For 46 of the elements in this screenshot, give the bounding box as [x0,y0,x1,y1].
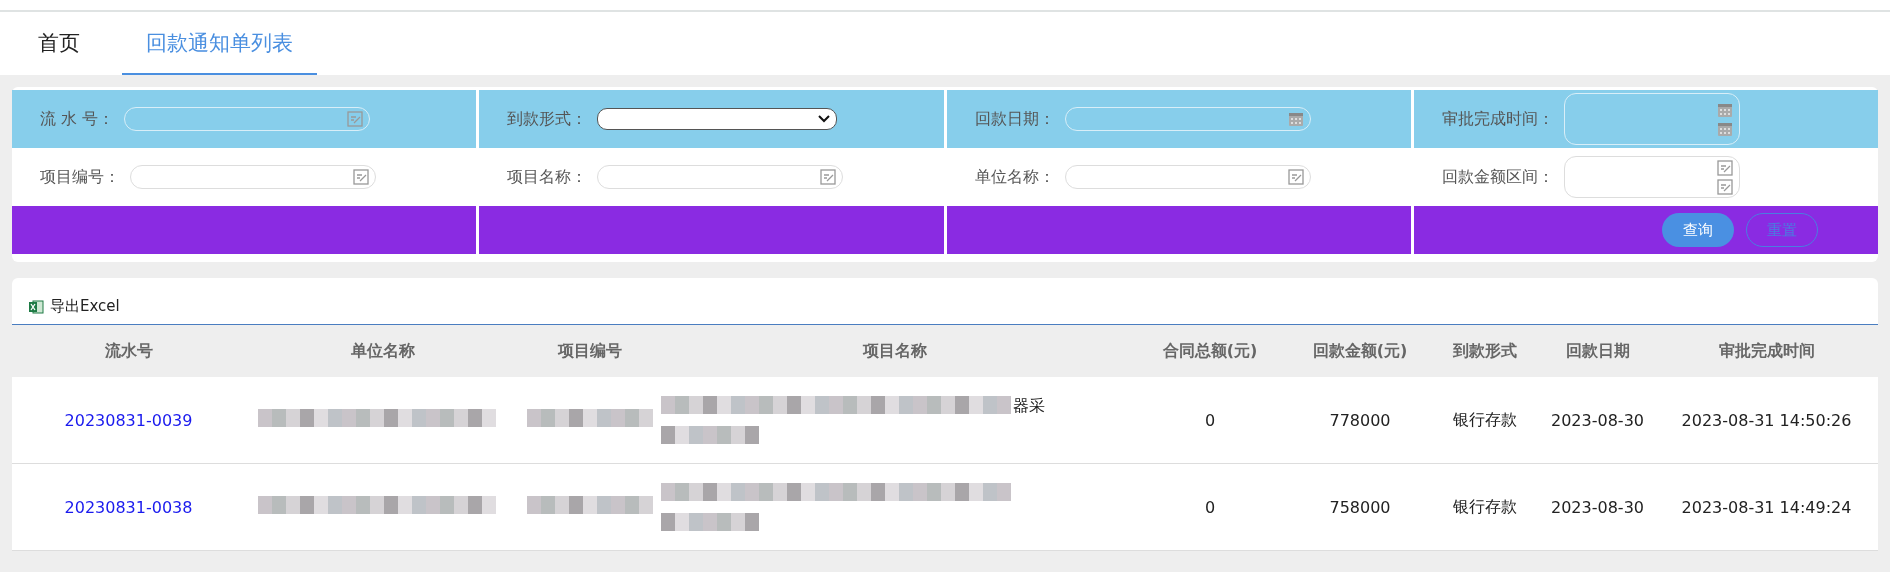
table-cell: 0 [1204,410,1216,430]
table-cell: 器采 [1013,396,1045,417]
table-cell: 778000 [1329,410,1391,430]
column-header: 项目编号 [520,325,660,377]
table-cell: 0 [1204,497,1216,517]
column-header: 回款日期 [1540,325,1655,377]
table-cell: 2023-08-30 [1551,497,1644,517]
spreadsheet-icon [28,298,44,315]
column-header: 合同总额(元) [1130,325,1290,377]
table-cell: 银行存款 [1453,496,1517,516]
field-label: 流 水 号： [40,108,115,130]
table-cell: 2023-08-31 14:50:26 [1681,410,1852,430]
chevron-icon [818,115,831,123]
table-cell: 银行存款 [1453,409,1517,429]
column-header: 审批完成时间 [1655,325,1878,377]
serial-link[interactable]: 20230831-0038 [64,497,193,517]
dropdown[interactable] [597,108,838,130]
column-header: 回款金额(元) [1290,325,1430,377]
column-header: 流水号 [12,325,245,377]
edit-icon [1287,169,1304,185]
field-label: 项目名称： [507,166,588,188]
table-cell: 758000 [1329,497,1391,517]
column-header: 到款形式 [1430,325,1540,377]
field-label: 到款形式： [507,108,588,130]
date-range-field[interactable] [1563,93,1740,145]
export-button[interactable]: 导出Excel [28,297,120,316]
table-cell: 2023-08-31 14:49:24 [1681,497,1852,517]
edit-icon [1716,178,1733,195]
table-cell: 2023-08-30 [1551,410,1644,430]
tab[interactable]: 首页 [16,12,102,75]
column-header: 单位名称 [245,325,520,377]
calendar-icon [1716,101,1733,118]
edit-icon [820,169,837,185]
field-label: 项目编号： [40,166,120,188]
calendar-icon [1287,111,1304,127]
edit-icon [1716,159,1733,176]
field-label: 单位名称： [974,166,1055,188]
edit-icon [347,111,364,127]
edit-icon [353,169,369,185]
field-label: 回款日期： [974,108,1055,130]
field-label: 回款金额区间： [1441,166,1554,188]
field-label: 审批完成时间： [1441,108,1554,130]
column-header: 项目名称 [660,325,1130,377]
calendar-icon [1716,120,1733,137]
serial-link[interactable]: 20230831-0039 [64,410,193,430]
number-range-field[interactable] [1563,156,1740,198]
